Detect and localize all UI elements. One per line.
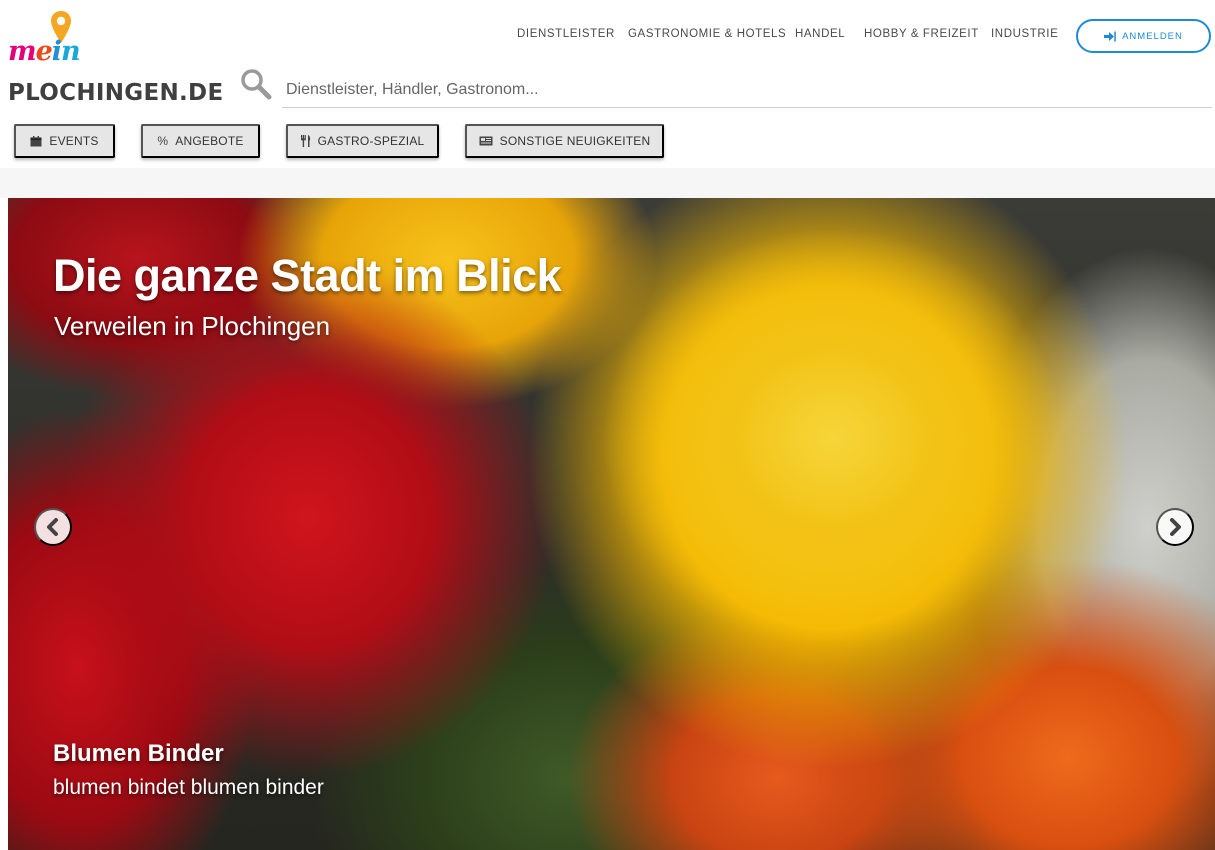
hero-title: Die ganze Stadt im Blick [53,250,562,301]
category-bar: EVENTS % ANGEBOTE GASTRO-SPEZIAL SONSTIG… [0,112,1215,168]
category-angebote-button[interactable]: % ANGEBOTE [141,124,260,158]
nav-item-dienstleister[interactable]: DIENSTLEISTER [517,28,615,40]
calendar-icon [30,135,42,146]
slider-next-button[interactable] [1156,508,1194,546]
cutlery-icon [300,135,310,147]
newspaper-icon [479,136,493,146]
percent-icon: % [157,134,169,148]
login-button-label: ANMELDEN [1122,30,1183,42]
slide-caption-subtitle: blumen bindet blumen binder [53,776,324,799]
nav-item-gastronomie-hotels[interactable]: GASTRONOMIE & HOTELS [628,28,786,40]
chevron-left-icon [47,518,58,536]
site-logo[interactable]: mein PLOCHINGEN.DE [8,10,223,110]
category-sonstige-neuigkeiten-label: SONSTIGE NEUIGKEITEN [499,134,651,148]
site-header: mein PLOCHINGEN.DE DIENSTLEISTER GASTRON… [0,0,1215,112]
nav-item-handel[interactable]: HANDEL [795,28,845,40]
chevron-right-icon [1170,518,1181,536]
nav-item-industrie[interactable]: INDUSTRIE [991,28,1058,40]
category-gastro-spezial-label: GASTRO-SPEZIAL [317,134,425,148]
hero-subtitle: Verweilen in Plochingen [54,311,331,341]
login-button[interactable]: ANMELDEN [1076,19,1211,53]
sign-in-icon [1104,31,1116,41]
slide-caption-title: Blumen Binder [53,740,224,767]
hero-slider[interactable]: Die ganze Stadt im Blick Verweilen in Pl… [8,198,1215,850]
search-icon[interactable] [240,68,272,100]
search-input[interactable] [282,72,1212,108]
category-events-button[interactable]: EVENTS [14,124,115,158]
logo-site-name: PLOCHINGEN.DE [8,80,224,106]
category-sonstige-neuigkeiten-button[interactable]: SONSTIGE NEUIGKEITEN [465,124,664,158]
category-angebote-label: ANGEBOTE [175,134,244,148]
category-gastro-spezial-button[interactable]: GASTRO-SPEZIAL [286,124,439,158]
category-events-label: EVENTS [49,134,99,148]
slider-prev-button[interactable] [34,508,72,546]
section-divider [0,168,1215,198]
nav-item-hobby-freizeit[interactable]: HOBBY & FREIZEIT [864,28,979,40]
logo-mein-wordmark: mein [8,36,81,67]
